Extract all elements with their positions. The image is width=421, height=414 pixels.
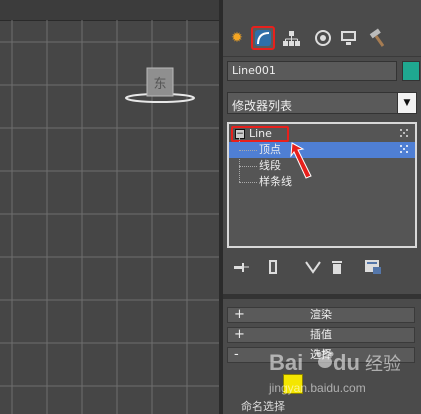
pin-icon bbox=[234, 263, 249, 272]
rollout-rendering[interactable]: 渲染 + bbox=[227, 307, 415, 323]
command-panel-tabs: ✹ bbox=[223, 22, 421, 57]
configure-modifier-sets-button[interactable] bbox=[363, 258, 383, 276]
paw-icon bbox=[316, 349, 334, 368]
show-end-result-button[interactable] bbox=[263, 258, 283, 276]
expand-icon: + bbox=[234, 307, 245, 322]
monitor-icon bbox=[341, 31, 356, 45]
rollout-rendering-title: 渲染 bbox=[310, 308, 332, 321]
watermark-brand-du: du bbox=[333, 350, 360, 375]
view-cube-label: 东 bbox=[153, 77, 166, 92]
stack-item-vertex-label: 顶点 bbox=[259, 143, 281, 156]
modifier-stack[interactable]: − Line 顶点 线段 样条线 bbox=[227, 122, 417, 248]
subobject-dots-icon bbox=[400, 129, 408, 137]
sun-icon: ✹ bbox=[231, 30, 243, 46]
object-color-swatch[interactable] bbox=[402, 61, 420, 81]
hierarchy-icon bbox=[283, 31, 300, 46]
viewport-grid: 东 bbox=[0, 20, 221, 414]
object-name-field[interactable]: Line001 bbox=[227, 61, 397, 81]
pin-stack-button[interactable] bbox=[231, 258, 251, 276]
collapse-icon: - bbox=[234, 347, 239, 362]
modifier-list-label: 修改器列表 bbox=[232, 99, 293, 113]
panel-divider bbox=[223, 294, 421, 299]
hammer-icon bbox=[369, 28, 385, 47]
end-result-icon bbox=[269, 260, 277, 274]
stack-toolbar bbox=[227, 256, 417, 280]
named-selection-label: 命名选择 bbox=[241, 400, 285, 413]
baidu-watermark: Bai du 经验 jingyan.baidu.com bbox=[265, 340, 421, 400]
modify-curve-icon bbox=[255, 30, 271, 46]
display-tab[interactable] bbox=[337, 26, 361, 50]
chevron-down-icon[interactable]: ▼ bbox=[397, 93, 416, 113]
trash-icon bbox=[332, 261, 342, 274]
modify-tab[interactable] bbox=[251, 26, 275, 50]
vertex-dots-icon bbox=[400, 145, 408, 153]
stack-item-spline-label: 样条线 bbox=[259, 175, 292, 188]
hierarchy-tab[interactable] bbox=[279, 26, 303, 50]
motion-icon bbox=[315, 30, 331, 46]
tree-branch bbox=[239, 166, 257, 167]
arrow-pointer-icon bbox=[290, 142, 312, 179]
watermark-brand-bai: Bai bbox=[269, 350, 303, 375]
configure-icon bbox=[365, 260, 381, 274]
modifier-list-dropdown[interactable]: 修改器列表 ▼ bbox=[227, 92, 417, 114]
make-unique-icon bbox=[305, 261, 321, 274]
perspective-viewport[interactable]: 东 bbox=[0, 0, 221, 414]
viewport-header bbox=[0, 0, 221, 21]
make-unique-button[interactable] bbox=[303, 258, 323, 276]
remove-modifier-button[interactable] bbox=[327, 258, 347, 276]
utilities-tab[interactable] bbox=[365, 26, 389, 50]
tree-branch bbox=[239, 182, 257, 183]
stack-item-segment-label: 线段 bbox=[259, 159, 281, 172]
expand-icon: + bbox=[234, 327, 245, 342]
create-tab[interactable]: ✹ bbox=[225, 26, 249, 50]
watermark-url: jingyan.baidu.com bbox=[268, 381, 366, 395]
tree-branch bbox=[239, 150, 257, 151]
watermark-brand-suffix: 经验 bbox=[365, 354, 401, 375]
motion-tab[interactable] bbox=[311, 26, 335, 50]
